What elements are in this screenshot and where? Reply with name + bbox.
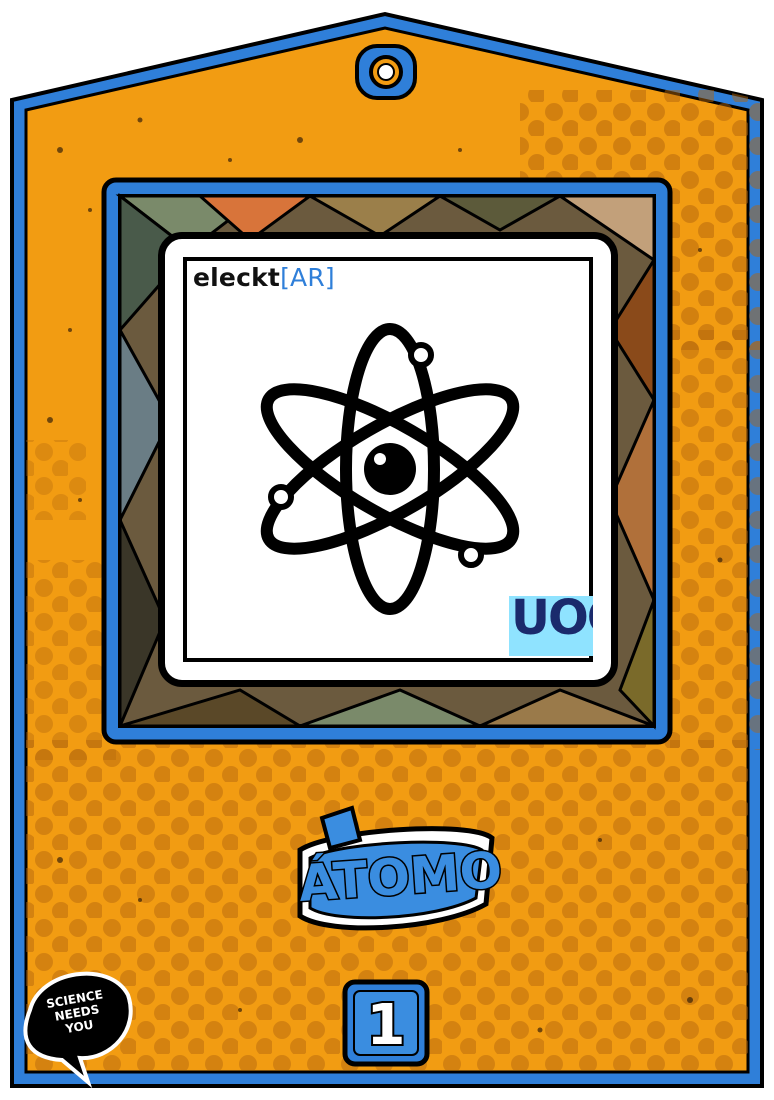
- atom-icon: [260, 323, 520, 615]
- card-title: ÁTOMO: [295, 838, 505, 914]
- card-number-text: 1: [367, 993, 406, 1058]
- science-badge-text: SCIENCE NEEDS YOU: [45, 987, 104, 1037]
- hanger-hole-icon: [355, 44, 417, 100]
- card-number: 1: [365, 991, 408, 1060]
- uoc-logo: UOC: [509, 596, 593, 656]
- image-panel-inner: eleckt[AR] UOC: [183, 257, 593, 662]
- science-needs-you-badge: SCIENCE NEEDS YOU: [18, 972, 136, 1084]
- card-title-text: ÁTOMO: [297, 840, 504, 913]
- brand-logo: eleckt[AR]: [193, 263, 335, 292]
- image-panel: eleckt[AR] UOC: [158, 232, 618, 687]
